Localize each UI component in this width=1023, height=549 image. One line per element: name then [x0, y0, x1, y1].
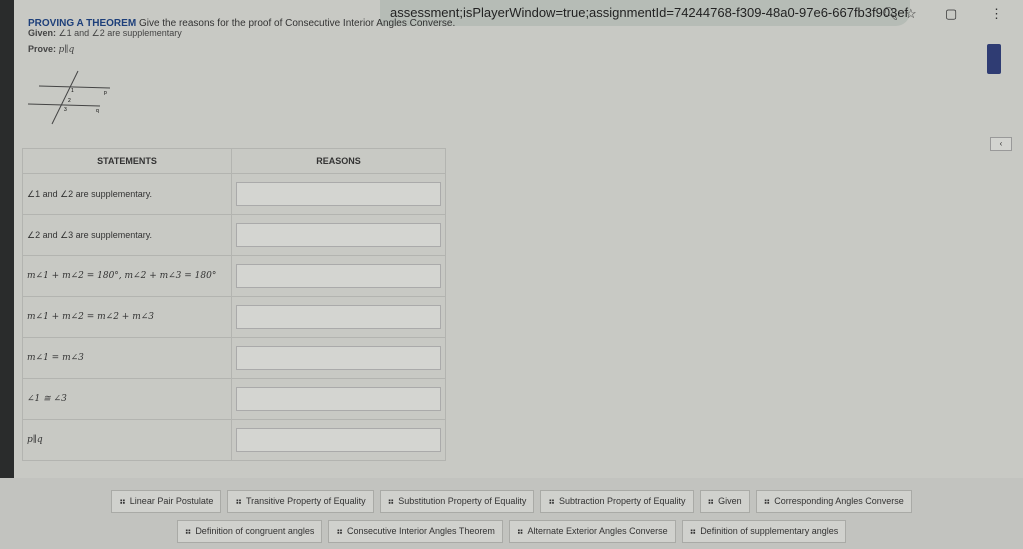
line-q	[27, 103, 101, 107]
table-row: ∠1 ≅ ∠3	[22, 378, 446, 420]
statement: p∥q	[22, 419, 232, 461]
answer-bank: ⠶ Linear Pair Postulate ⠶ Transitive Prope…	[0, 478, 1023, 549]
tile-label: Definition of supplementary angles	[700, 526, 839, 536]
star-icon[interactable]: ☆	[905, 6, 917, 22]
menu-icon[interactable]: ⋮	[990, 6, 1003, 22]
side-panel-buttons[interactable]	[987, 44, 1001, 74]
reason-tile[interactable]: ⠶ Consecutive Interior Angles Theorem	[328, 520, 503, 543]
table-row: p∥q	[22, 419, 446, 461]
reason-drop-box[interactable]	[236, 182, 441, 206]
collapse-tab[interactable]: ‹	[990, 137, 1012, 151]
reason-tile[interactable]: ⠶ Given	[699, 490, 750, 513]
tile-label: Corresponding Angles Converse	[774, 496, 904, 506]
instruction: Give the reasons for the proof of Consec…	[138, 18, 456, 29]
reason-drop-box[interactable]	[236, 428, 441, 452]
statement: ∠2 and ∠3 are supplementary.	[22, 214, 232, 256]
reason-tile[interactable]: ⠶ Transitive Property of Equality	[227, 490, 374, 513]
screen-bezel	[0, 0, 14, 549]
table-row: ∠2 and ∠3 are supplementary.	[22, 214, 446, 256]
statement: m∠1 + m∠2 = 180°, m∠2 + m∠3 = 180°	[22, 255, 232, 297]
reason-drop-box[interactable]	[236, 305, 441, 329]
reason-tile[interactable]: ⠶ Linear Pair Postulate	[111, 490, 222, 513]
label-q: q	[96, 108, 99, 114]
table-row: m∠1 = m∠3	[22, 337, 446, 379]
drag-handle-icon: ⠶	[689, 526, 697, 536]
given-text: ∠1 and ∠2 are supplementary	[58, 28, 182, 38]
reason-tile[interactable]: ⠶ Definition of congruent angles	[176, 520, 323, 543]
given-line: Given: ∠1 and ∠2 are supplementary	[28, 28, 182, 39]
reason-drop-box[interactable]	[236, 264, 441, 288]
line-p	[38, 85, 111, 89]
reason-drop-box[interactable]	[236, 387, 441, 411]
table-row: m∠1 + m∠2 = m∠2 + m∠3	[22, 296, 446, 338]
table-row: m∠1 + m∠2 = 180°, m∠2 + m∠3 = 180°	[22, 255, 446, 297]
prove-text: p∥q	[58, 45, 75, 55]
reason-tile[interactable]: ⠶ Subtraction Property of Equality	[540, 490, 694, 513]
label-angle-1: 1	[71, 88, 74, 94]
proof-table: STATEMENTS REASONS ∠1 and ∠2 are supplem…	[22, 148, 446, 461]
drag-handle-icon: ⠶	[707, 496, 715, 506]
drag-handle-icon: ⠶	[235, 496, 242, 506]
reasons-header: REASONS	[231, 148, 446, 174]
reason-drop-box[interactable]	[236, 346, 441, 370]
tile-label: Consecutive Interior Angles Theorem	[347, 526, 495, 536]
tile-label: Subtraction Property of Equality	[558, 496, 686, 506]
reason-tile[interactable]: ⠶ Definition of supplementary angles	[681, 520, 847, 543]
tile-label: Substitution Property of Equality	[398, 496, 527, 506]
zoom-icon[interactable]: 🔍︎	[882, 6, 899, 22]
drag-handle-icon: ⠶	[516, 526, 524, 536]
bank-row-2: ⠶ Definition of congruent angles ⠶ Consecu…	[0, 520, 1023, 543]
drag-handle-icon: ⠶	[548, 496, 555, 506]
statements-header: STATEMENTS	[22, 148, 232, 174]
prove-line: Prove: p∥q	[28, 44, 74, 55]
drag-handle-icon: ⠶	[119, 496, 126, 506]
tile-label: Linear Pair Postulate	[129, 496, 214, 506]
drag-handle-icon: ⠶	[387, 496, 395, 506]
reason-tile[interactable]: ⠶ Corresponding Angles Converse	[755, 490, 912, 513]
statement: ∠1 ≅ ∠3	[22, 378, 232, 420]
statement: m∠1 + m∠2 = m∠2 + m∠3	[22, 296, 232, 338]
prove-label: Prove:	[28, 44, 57, 54]
tile-label: Transitive Property of Equality	[245, 496, 366, 506]
parallel-lines-diagram: p q 1 2 3	[27, 70, 111, 125]
tile-label: Given	[718, 496, 742, 506]
reason-drop-box[interactable]	[236, 223, 441, 247]
tile-label: Alternate Exterior Angles Converse	[527, 526, 668, 536]
transversal	[51, 70, 79, 125]
extension-icon[interactable]: ▢	[945, 6, 957, 22]
given-label: Given:	[28, 28, 57, 38]
statement: m∠1 = m∠3	[22, 337, 232, 379]
reason-tile[interactable]: ⠶ Substitution Property of Equality	[379, 490, 535, 513]
drag-handle-icon: ⠶	[184, 526, 192, 536]
table-row: ∠1 and ∠2 are supplementary.	[22, 173, 446, 215]
label-angle-3: 3	[64, 107, 67, 113]
bank-row-1: ⠶ Linear Pair Postulate ⠶ Transitive Prope…	[0, 490, 1023, 513]
reason-tile[interactable]: ⠶ Alternate Exterior Angles Converse	[508, 520, 676, 543]
drag-handle-icon: ⠶	[336, 526, 343, 536]
label-angle-2: 2	[68, 98, 71, 104]
statement: ∠1 and ∠2 are supplementary.	[22, 173, 232, 215]
label-p: p	[104, 90, 107, 96]
tile-label: Definition of congruent angles	[195, 526, 315, 536]
url-text[interactable]: assessment;isPlayerWindow=true;assignmen…	[390, 5, 908, 20]
drag-handle-icon: ⠶	[763, 496, 771, 506]
